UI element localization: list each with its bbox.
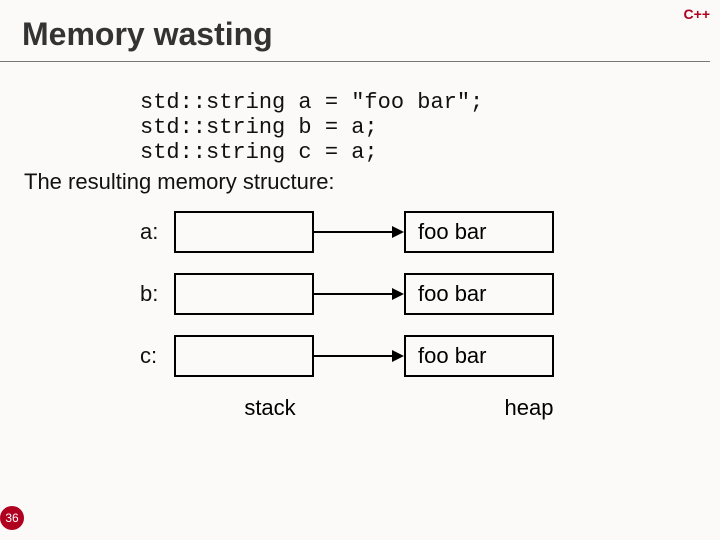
var-label-c: c:	[140, 343, 174, 369]
pointer-arrow	[314, 211, 404, 253]
heap-box: foo bar	[404, 273, 554, 315]
stack-box	[174, 211, 314, 253]
memory-diagram: a: foo bar b: foo bar c: foo bar stack h…	[140, 209, 640, 421]
heap-box: foo bar	[404, 211, 554, 253]
arrow-icon	[392, 288, 404, 300]
pointer-arrow	[314, 273, 404, 315]
code-line-2: std::string b = a;	[140, 115, 378, 140]
stack-box	[174, 335, 314, 377]
var-label-a: a:	[140, 219, 174, 245]
code-block: std::string a = "foo bar"; std::string b…	[140, 90, 720, 165]
stack-label: stack	[200, 395, 340, 421]
result-caption: The resulting memory structure:	[24, 169, 720, 195]
heap-box: foo bar	[404, 335, 554, 377]
memory-section-labels: stack heap	[140, 395, 640, 421]
arrow-icon	[392, 350, 404, 362]
code-line-3: std::string c = a;	[140, 140, 378, 165]
slide-number-badge: 36	[0, 506, 24, 530]
heap-label: heap	[454, 395, 604, 421]
slide-title: Memory wasting	[0, 0, 710, 62]
stack-box	[174, 273, 314, 315]
arrow-icon	[392, 226, 404, 238]
memory-row: c: foo bar	[140, 333, 640, 379]
pointer-arrow	[314, 335, 404, 377]
code-line-1: std::string a = "foo bar";	[140, 90, 483, 115]
language-badge: C++	[684, 6, 710, 22]
var-label-b: b:	[140, 281, 174, 307]
memory-row: a: foo bar	[140, 209, 640, 255]
memory-row: b: foo bar	[140, 271, 640, 317]
